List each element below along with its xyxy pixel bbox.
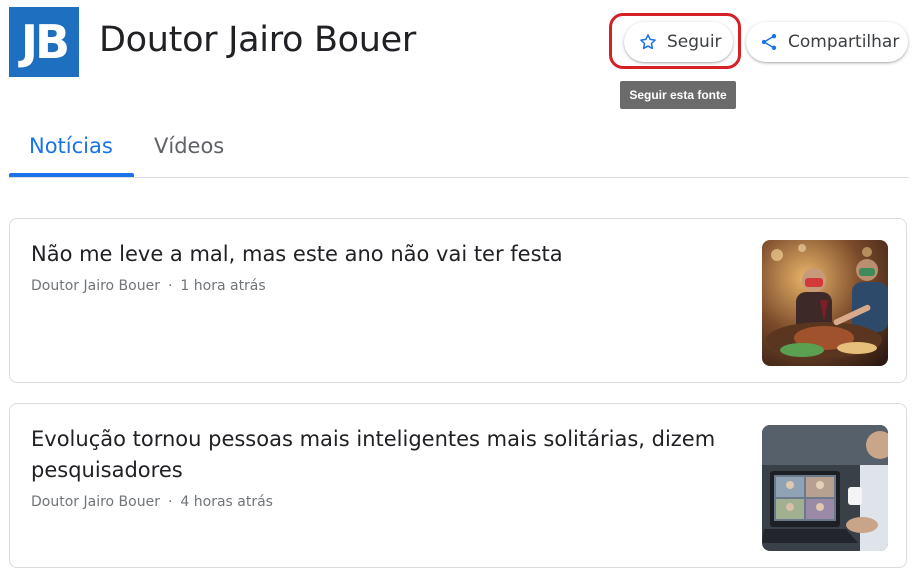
share-icon [759,32,788,52]
article-thumbnail[interactable] [762,240,888,366]
share-button-label: Compartilhar [788,32,900,52]
article-card[interactable]: Evolução tornou pessoas mais inteligente… [9,403,907,568]
star-outline-icon [638,32,667,52]
follow-button-label: Seguir [667,32,722,52]
article-headline[interactable]: Evolução tornou pessoas mais inteligente… [31,424,731,486]
tab-news[interactable]: Notícias [29,134,113,158]
article-time: 1 hora atrás [180,278,266,294]
article-meta: Doutor Jairo Bouer · 1 hora atrás [31,278,266,294]
article-time: 4 horas atrás [180,494,273,510]
share-button[interactable]: Compartilhar [746,22,908,62]
meta-separator: · [167,494,173,510]
source-title: Doutor Jairo Bouer [99,20,416,60]
meta-separator: · [167,278,173,294]
article-meta: Doutor Jairo Bouer · 4 horas atrás [31,494,273,510]
tab-videos[interactable]: Vídeos [154,134,224,158]
article-thumbnail[interactable] [762,425,888,551]
tabs-divider [9,177,909,178]
article-source: Doutor Jairo Bouer [31,494,160,510]
follow-tooltip: Seguir esta fonte [620,81,736,109]
article-headline[interactable]: Não me leve a mal, mas este ano não vai … [31,239,731,270]
source-logo: JB [9,7,79,77]
tab-bar: Notícias Vídeos [9,118,909,178]
article-source: Doutor Jairo Bouer [31,278,160,294]
follow-button[interactable]: Seguir [624,22,733,62]
article-card[interactable]: Não me leve a mal, mas este ano não vai … [9,218,907,383]
